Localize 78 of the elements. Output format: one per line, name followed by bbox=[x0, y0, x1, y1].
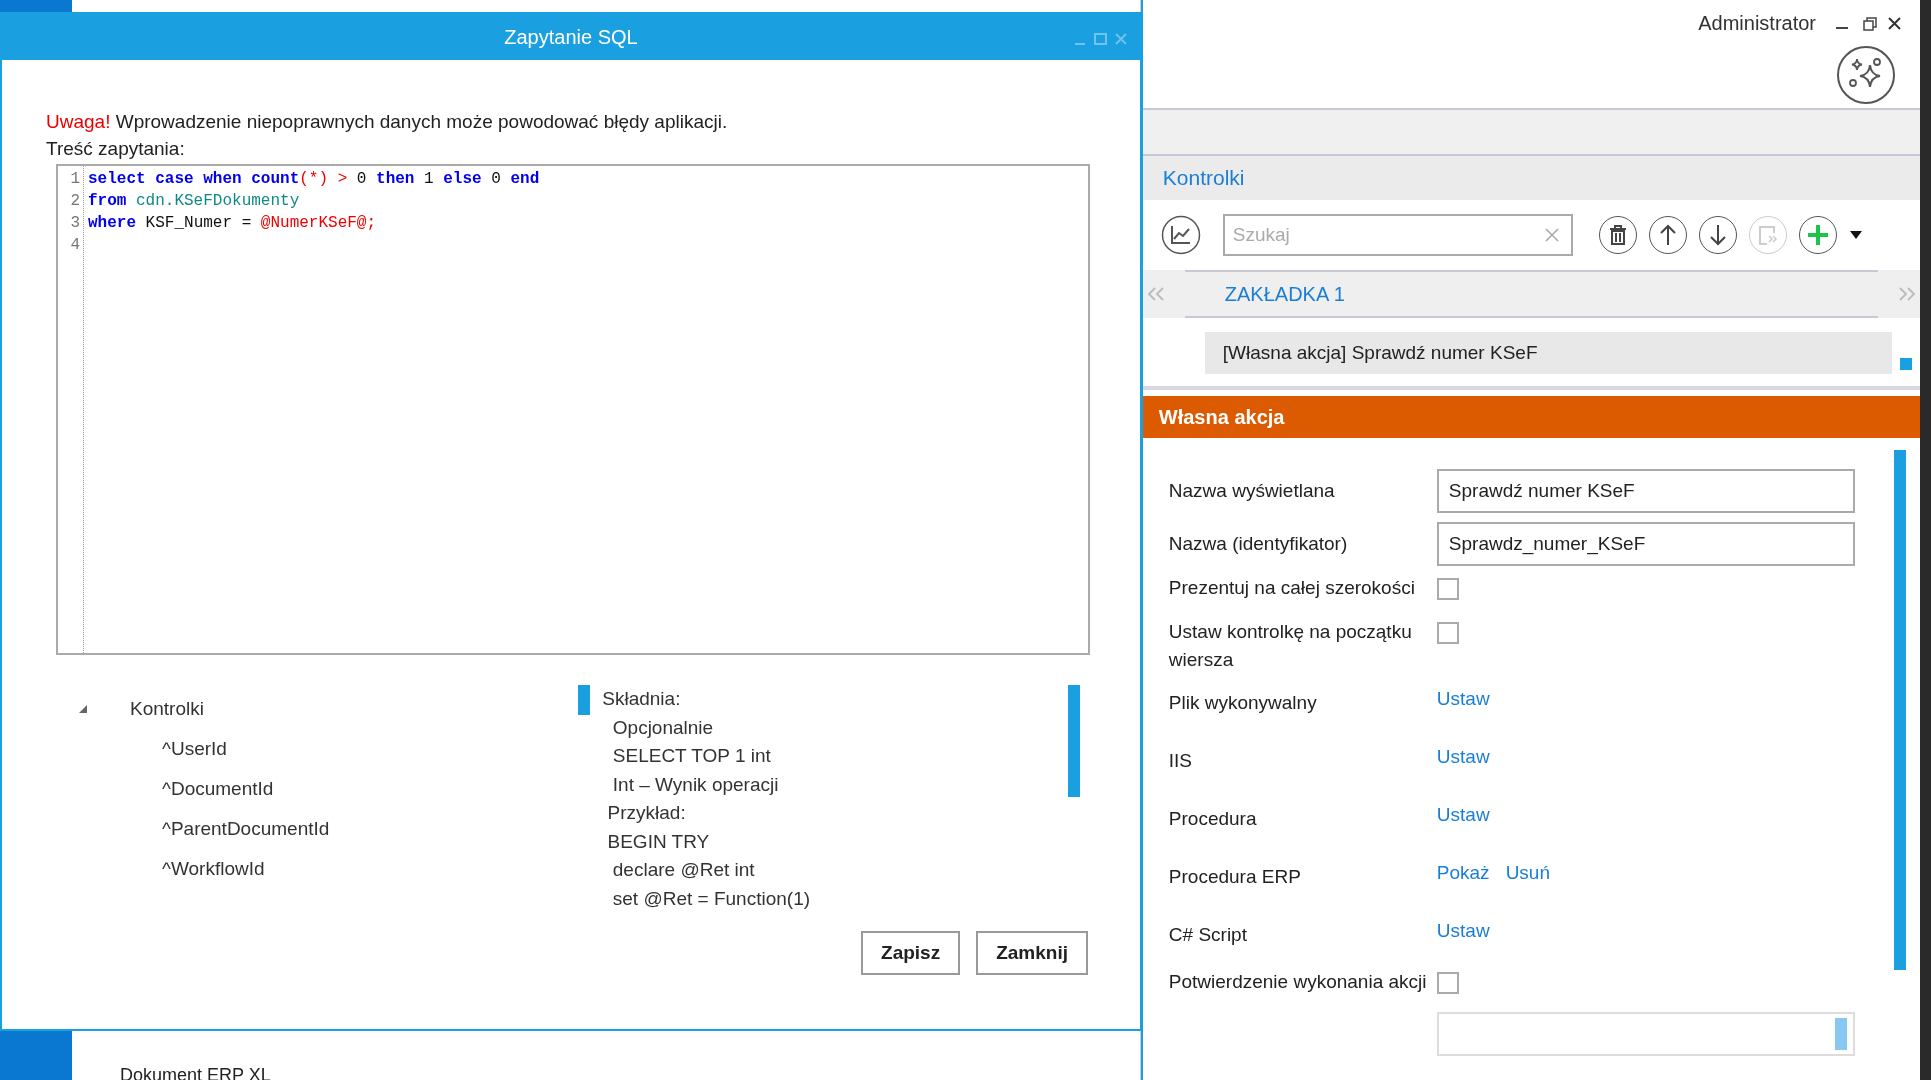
sidebar-accent bbox=[0, 1031, 72, 1080]
clear-icon[interactable] bbox=[1544, 228, 1559, 242]
line-number: 2 bbox=[70, 191, 80, 212]
field-label: IIS bbox=[1168, 749, 1194, 773]
field-label: Nazwa (identyfikator) bbox=[1168, 531, 1349, 556]
section-title: Kontrolki bbox=[1162, 166, 1245, 190]
tree-item[interactable]: ^DocumentId bbox=[162, 769, 563, 809]
scrollbar-thumb[interactable] bbox=[1894, 450, 1906, 970]
text-field[interactable]: Sprawdź numer KSeF bbox=[1436, 468, 1855, 513]
window-title: Zapytanie SQL bbox=[504, 25, 638, 49]
link[interactable]: Pokaż bbox=[1436, 862, 1490, 884]
tree-item[interactable]: ^ParentDocumentId bbox=[162, 809, 563, 849]
up-button[interactable] bbox=[1648, 216, 1687, 254]
syntax-line: set @Ret = Function(1) bbox=[611, 886, 812, 911]
link[interactable]: Ustaw bbox=[1436, 804, 1490, 826]
checkbox[interactable] bbox=[1436, 578, 1459, 600]
scrollbar-thumb[interactable] bbox=[578, 685, 591, 715]
tree-item[interactable]: ^WorkflowId bbox=[162, 849, 563, 889]
text-area[interactable] bbox=[1436, 1012, 1855, 1056]
link[interactable]: Ustaw bbox=[1436, 746, 1490, 768]
scroll-left-icon[interactable] bbox=[1146, 286, 1165, 302]
list-item[interactable]: [Własna akcja] Sprawdź numer KSeF bbox=[1204, 332, 1892, 374]
search-field[interactable]: Szukaj bbox=[1222, 214, 1573, 256]
scrollbar-thumb[interactable] bbox=[1900, 358, 1912, 370]
add-button[interactable] bbox=[1798, 216, 1837, 254]
down-button[interactable] bbox=[1698, 216, 1737, 254]
syntax-line: declare @Ret int bbox=[611, 858, 756, 882]
checkbox[interactable] bbox=[1436, 972, 1459, 994]
field-label: Potwierdzenie wykonania akcji bbox=[1168, 970, 1428, 994]
link[interactable]: Ustaw bbox=[1436, 920, 1490, 942]
scrollbar-thumb[interactable] bbox=[1068, 685, 1081, 797]
up-arrow-icon bbox=[1658, 224, 1677, 246]
text-field[interactable]: Sprawdz_numer_KSeF bbox=[1436, 521, 1855, 566]
line-number: 4 bbox=[70, 235, 80, 256]
scroll-right-icon[interactable] bbox=[1898, 286, 1916, 302]
chart-button[interactable] bbox=[1160, 215, 1201, 255]
syntax-line: Przykład: bbox=[606, 801, 687, 825]
field-label: Plik wykonywalny bbox=[1168, 691, 1318, 715]
panel-title: Własna akcja bbox=[1158, 405, 1285, 429]
window-controls-icon[interactable] bbox=[1834, 15, 1904, 32]
syntax-line: Int – Wynik operacji bbox=[611, 772, 780, 797]
syntax-line: BEGIN TRY bbox=[606, 829, 711, 854]
code-line: from cdn.KSeFDokumenty bbox=[88, 192, 300, 210]
code-line: where KSF_Numer = @NumerKSeF@; bbox=[88, 214, 377, 232]
field-label: Procedura bbox=[1168, 807, 1258, 831]
link[interactable]: Ustaw bbox=[1436, 688, 1490, 710]
delete-button[interactable] bbox=[1598, 216, 1637, 254]
dialog-button[interactable]: Zapisz bbox=[861, 931, 961, 975]
expanded-triangle-icon[interactable] bbox=[78, 704, 88, 714]
field-label: Nazwa wyświetlana bbox=[1168, 478, 1336, 503]
line-number: 3 bbox=[70, 213, 80, 234]
dialog-button[interactable]: Zamknij bbox=[976, 931, 1088, 975]
scrollbar-thumb[interactable] bbox=[1834, 1018, 1847, 1050]
title-bar-accent bbox=[0, 0, 72, 12]
field-label: C# Script bbox=[1168, 923, 1248, 947]
trash-icon bbox=[1607, 224, 1628, 246]
code-editor[interactable]: 1 2 3 4 select case when count(*) > 0 then 1 else 0 end from cdn.KSeFDokumenty where KSF_Numer = @NumerKSeF@; bbox=[56, 164, 1090, 655]
field-label: Ustaw kontrolkę na początku wiersza bbox=[1168, 620, 1413, 672]
code-line: select case when count(*) > 0 then 1 else 0 end bbox=[88, 170, 540, 188]
field-label: Procedura ERP bbox=[1168, 865, 1302, 889]
tab[interactable]: ZAKŁADKA 1 bbox=[1224, 282, 1345, 306]
tree-item[interactable]: ^UserId bbox=[162, 729, 563, 769]
dropdown-caret-icon[interactable] bbox=[1848, 230, 1863, 240]
line-number: 1 bbox=[70, 169, 80, 190]
warning-text: Uwaga! Wprowadzenie niepoprawnych danych może powodować błędy aplikacji. bbox=[46, 110, 729, 134]
copy-icon bbox=[1756, 224, 1779, 246]
syntax-line: Opcjonalnie bbox=[611, 715, 715, 740]
plus-icon bbox=[1806, 224, 1829, 246]
link[interactable]: Usuń bbox=[1505, 862, 1550, 884]
sparkle-button[interactable] bbox=[1836, 45, 1896, 105]
tree-item[interactable]: Kontrolki bbox=[130, 698, 204, 720]
checkbox[interactable] bbox=[1436, 622, 1459, 644]
field-label: Prezentuj na całej szerokości bbox=[1168, 576, 1416, 600]
down-arrow-icon bbox=[1708, 224, 1727, 246]
query-label: Treść zapytania: bbox=[46, 137, 186, 161]
syntax-line: SELECT TOP 1 int bbox=[611, 744, 772, 768]
syntax-line: Składnia: bbox=[602, 687, 682, 711]
user-name: Administrator bbox=[1698, 12, 1816, 35]
